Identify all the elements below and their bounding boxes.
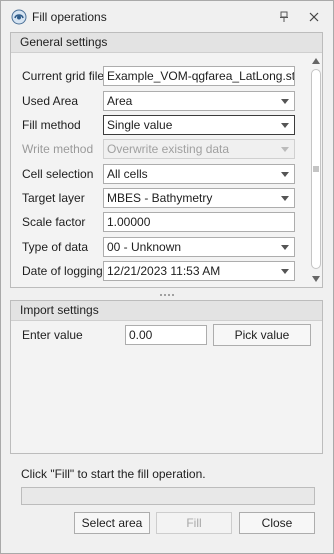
fill-app-icon (11, 9, 27, 25)
chevron-down-icon[interactable] (276, 116, 294, 134)
enter-value-label: Enter value (22, 328, 83, 342)
vertical-scrollbar[interactable] (310, 55, 322, 285)
write-method-select: Overwrite existing data (103, 139, 295, 159)
fill-method-label: Fill method (22, 118, 81, 132)
close-button[interactable]: Close (239, 512, 315, 534)
fill-button[interactable]: Fill (156, 512, 232, 534)
chevron-down-icon (276, 140, 294, 158)
type-of-data-select[interactable]: 00 - Unknown (103, 237, 295, 257)
cell-selection-select[interactable]: All cells (103, 164, 295, 184)
write-method-label: Write method (22, 142, 94, 156)
scroll-up-icon[interactable] (312, 58, 320, 64)
select-area-button[interactable]: Select area (74, 512, 150, 534)
general-settings-header: General settings (11, 33, 322, 53)
chevron-down-icon[interactable] (276, 165, 294, 183)
general-settings-group: General settings Current grid file Examp… (10, 32, 323, 288)
current-grid-file-field[interactable]: Example_VOM-qgfarea_LatLong.statg (103, 66, 295, 86)
fill-method-select[interactable]: Single value (103, 115, 295, 135)
grip-icon (313, 166, 319, 172)
import-settings-header: Import settings (11, 301, 322, 321)
target-layer-label: Target layer (22, 191, 85, 205)
scroll-down-icon[interactable] (312, 276, 320, 282)
current-grid-file-label: Current grid file (22, 69, 105, 83)
chevron-down-icon[interactable] (276, 238, 294, 256)
chevron-down-icon[interactable] (276, 92, 294, 110)
scale-factor-input[interactable]: 1.00000 (103, 212, 295, 232)
target-layer-select[interactable]: MBES - Bathymetry (103, 188, 295, 208)
window-title: Fill operations (32, 10, 107, 24)
progress-bar (21, 487, 315, 505)
scale-factor-label: Scale factor (22, 215, 86, 229)
cell-selection-label: Cell selection (22, 167, 94, 181)
scrollbar-thumb[interactable] (311, 69, 321, 269)
pin-icon[interactable] (277, 10, 291, 24)
used-area-label: Used Area (22, 94, 79, 108)
used-area-select[interactable]: Area (103, 91, 295, 111)
title-bar: Fill operations (1, 1, 333, 31)
enter-value-input[interactable]: 0.00 (125, 325, 207, 345)
chevron-down-icon[interactable] (276, 189, 294, 207)
date-of-logging-picker[interactable]: 12/21/2023 11:53 AM (103, 261, 295, 281)
type-of-data-label: Type of data (22, 240, 89, 254)
chevron-down-icon[interactable] (276, 262, 294, 280)
status-message: Click "Fill" to start the fill operation… (21, 467, 206, 481)
fill-operations-window: Fill operations General settings Current… (0, 0, 334, 554)
pick-value-button[interactable]: Pick value (213, 324, 311, 346)
close-icon[interactable] (307, 10, 321, 24)
import-settings-group: Import settings Enter value 0.00 Pick va… (10, 300, 323, 454)
date-of-logging-label: Date of logging (22, 264, 103, 278)
splitter-grip-icon[interactable] (159, 293, 175, 297)
